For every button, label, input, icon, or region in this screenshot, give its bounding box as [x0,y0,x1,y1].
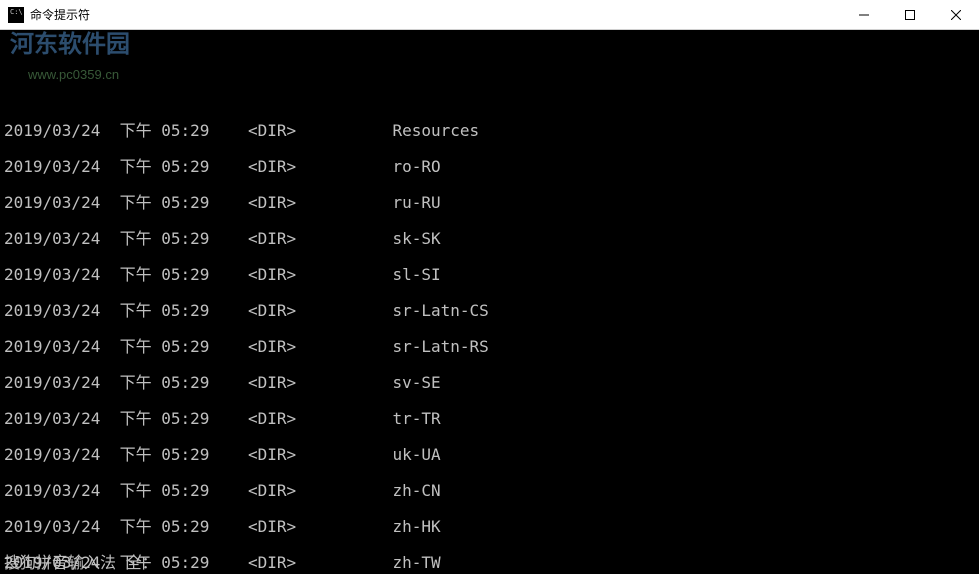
terminal-output: 2019/03/24 下午 05:29 <DIR> Resources 2019… [4,104,975,574]
dir-row: 2019/03/24 下午 05:29 <DIR> sv-SE [4,374,975,392]
window-controls [841,0,979,29]
terminal-area[interactable]: 河东软件园 www.pc0359.cn 2019/03/24 下午 05:29 … [0,30,979,574]
dir-row: 2019/03/24 下午 05:29 <DIR> ro-RO [4,158,975,176]
close-button[interactable] [933,0,979,29]
dir-row: 2019/03/24 下午 05:29 <DIR> sk-SK [4,230,975,248]
maximize-button[interactable] [887,0,933,29]
dir-row: 2019/03/24 下午 05:29 <DIR> sr-Latn-RS [4,338,975,356]
dir-row: 2019/03/24 下午 05:29 <DIR> zh-HK [4,518,975,536]
cmd-icon [8,7,24,23]
dir-row: 2019/03/24 下午 05:29 <DIR> sl-SI [4,266,975,284]
dir-row: 2019/03/24 下午 05:29 <DIR> ru-RU [4,194,975,212]
dir-row: 2019/03/24 下午 05:29 <DIR> zh-CN [4,482,975,500]
dir-row: 2019/03/24 下午 05:29 <DIR> uk-UA [4,446,975,464]
watermark-text: 河东软件园 [10,36,130,54]
dir-row: 2019/03/24 下午 05:29 <DIR> tr-TR [4,410,975,428]
dir-row: 2019/03/24 下午 05:29 <DIR> sr-Latn-CS [4,302,975,320]
window-title: 命令提示符 [30,6,841,23]
watermark-url: www.pc0359.cn [28,66,119,84]
dir-row: 2019/03/24 下午 05:29 <DIR> zh-TW [4,554,975,572]
dir-row: 2019/03/24 下午 05:29 <DIR> Resources [4,122,975,140]
minimize-button[interactable] [841,0,887,29]
window-titlebar: 命令提示符 [0,0,979,30]
